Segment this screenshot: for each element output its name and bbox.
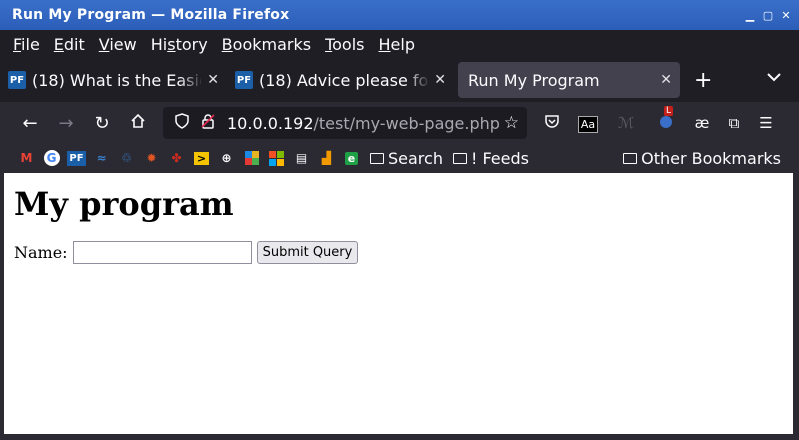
- shield-icon[interactable]: [169, 113, 195, 133]
- window-titlebar: Run My Program — Mozilla Firefox ▁ ▢ ✕: [0, 0, 799, 30]
- url-bar[interactable]: 10.0.0.192/test/my-web-page.php ☆: [163, 107, 527, 139]
- page-content: My program Name: Submit Query: [4, 173, 793, 434]
- window-title: Run My Program — Mozilla Firefox: [12, 7, 290, 23]
- home-icon[interactable]: [120, 113, 156, 134]
- menu-edit[interactable]: Edit: [47, 35, 92, 54]
- aa-extension-icon[interactable]: Aa: [572, 114, 604, 133]
- evernote-icon[interactable]: e: [339, 149, 364, 167]
- maximize-icon[interactable]: ▢: [761, 8, 775, 22]
- pf-favicon-icon: PF: [8, 71, 26, 89]
- ae-extension-icon[interactable]: æ: [686, 114, 718, 132]
- bookmarks-bar: M G PF ≈ ♲ ✹ ✤ > ⊕ ▤ ▟ e Search ! Feeds …: [0, 144, 799, 172]
- name-label: Name:: [14, 243, 68, 262]
- tab-advice[interactable]: PF (18) Advice please for d ✕: [227, 62, 454, 98]
- page-heading: My program: [14, 185, 234, 223]
- terminal-icon[interactable]: >: [189, 149, 214, 167]
- back-arrow-icon[interactable]: ←: [12, 113, 48, 134]
- other-bookmarks-folder[interactable]: Other Bookmarks: [623, 144, 781, 172]
- google-icon[interactable]: G: [39, 149, 64, 167]
- close-tab-icon[interactable]: ✕: [434, 72, 446, 88]
- pocket-icon[interactable]: [536, 113, 568, 133]
- name-input[interactable]: [72, 241, 252, 264]
- maple-leaf-icon[interactable]: ✤: [164, 149, 189, 167]
- close-window-icon[interactable]: ✕: [779, 8, 793, 22]
- menu-bar: File Edit View History Bookmarks Tools H…: [0, 30, 799, 58]
- analytics-icon[interactable]: ▟: [314, 149, 339, 167]
- minimize-icon[interactable]: ▁: [743, 8, 757, 22]
- folder-icon: [623, 152, 638, 164]
- menu-history[interactable]: History: [144, 35, 215, 54]
- insecure-lock-icon[interactable]: [195, 113, 221, 133]
- recycle-icon[interactable]: ♲: [114, 149, 139, 167]
- url-text[interactable]: 10.0.0.192/test/my-web-page.php: [227, 114, 500, 133]
- tab-strip: PF (18) What is the Easiest ✕ PF (18) Ad…: [0, 58, 799, 102]
- close-tab-icon[interactable]: ✕: [207, 72, 219, 88]
- grid-app-icon[interactable]: [239, 149, 264, 167]
- tab-easiest[interactable]: PF (18) What is the Easiest ✕: [0, 62, 227, 98]
- extensions-puzzle-icon[interactable]: ⧉: [718, 114, 750, 132]
- hamburger-menu-icon[interactable]: ☰: [750, 114, 782, 132]
- menu-file[interactable]: File: [6, 35, 47, 54]
- m-extension-icon[interactable]: ℳ: [610, 114, 642, 132]
- tab-title: Run My Program: [468, 70, 600, 90]
- nav-toolbar: ← → ↻ 10.0.0.192/test/my-web-page.php ☆ …: [0, 102, 799, 144]
- submit-query-button[interactable]: Submit Query: [256, 241, 359, 264]
- menu-help[interactable]: Help: [372, 35, 422, 54]
- close-tab-icon[interactable]: ✕: [660, 72, 672, 88]
- bookmark-folder-feeds[interactable]: ! Feeds: [452, 149, 529, 168]
- menu-tools[interactable]: Tools: [318, 35, 371, 54]
- gmail-icon[interactable]: M: [14, 149, 39, 167]
- menu-view[interactable]: View: [92, 35, 144, 54]
- lastpass-extension-icon[interactable]: L: [650, 106, 682, 132]
- chevron-down-icon[interactable]: [767, 70, 781, 86]
- folder-icon: [452, 152, 467, 164]
- windows-icon[interactable]: [264, 149, 289, 167]
- bookmark-star-icon[interactable]: ☆: [504, 113, 519, 133]
- globe-icon[interactable]: ⊕: [214, 149, 239, 167]
- tab-title: (18) Advice please for d: [259, 70, 428, 90]
- bookmark-folder-search[interactable]: Search: [370, 149, 443, 168]
- menu-bookmarks[interactable]: Bookmarks: [215, 35, 318, 54]
- store-icon[interactable]: ▤: [289, 149, 314, 167]
- tab-run-my-program[interactable]: Run My Program ✕: [458, 62, 680, 98]
- waves-icon[interactable]: ≈: [89, 149, 114, 167]
- pf-icon[interactable]: PF: [64, 149, 89, 167]
- pf-favicon-icon: PF: [235, 71, 253, 89]
- folder-icon: [370, 152, 384, 164]
- sun-icon[interactable]: ✹: [139, 149, 164, 167]
- reload-icon[interactable]: ↻: [84, 113, 120, 134]
- new-tab-plus-icon[interactable]: +: [694, 68, 712, 93]
- name-form: Name: Submit Query: [14, 241, 359, 264]
- tab-title: (18) What is the Easiest: [32, 70, 201, 90]
- forward-arrow-icon[interactable]: →: [48, 113, 84, 134]
